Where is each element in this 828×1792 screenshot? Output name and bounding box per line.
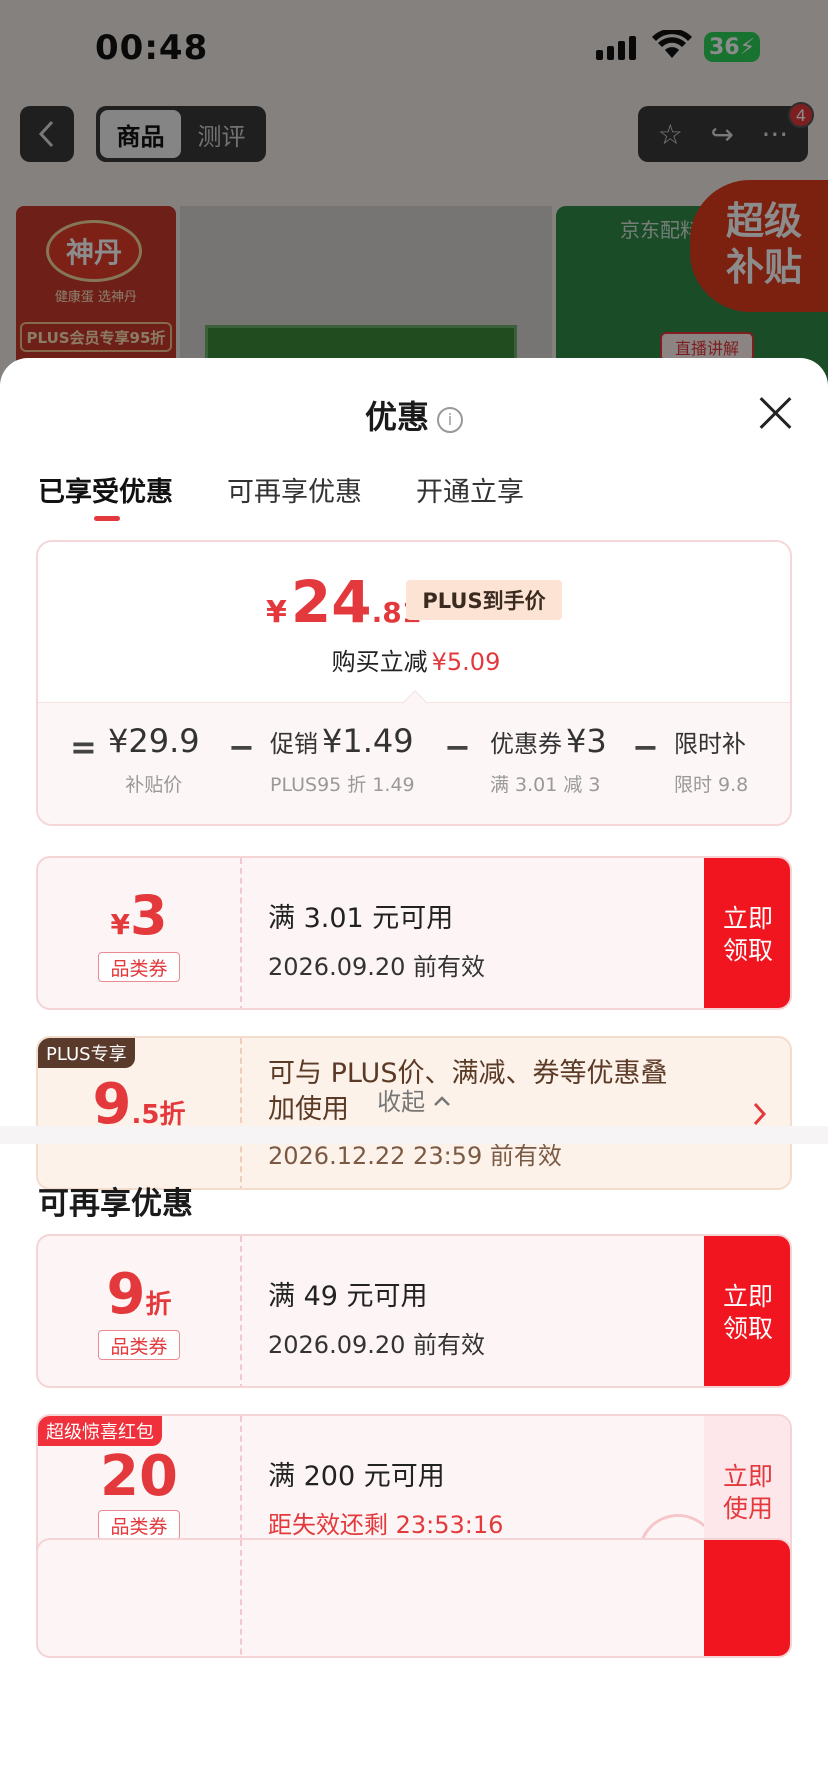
price-integer: 24 [290,568,372,636]
coupon-divider [240,858,242,1008]
price-calculation: = ¥29.9 补贴价 − 促销 ¥1.49 PLUS95 折 1.49 − 优惠… [38,708,790,818]
coupon-value: 3 [129,884,168,947]
instant-reduction: 购买立减 ¥5.09 [38,642,790,677]
calc-label: 限时补 [674,730,746,758]
coupon-category-tag: 品类券 [98,1330,180,1360]
calc-value: ¥3 [566,722,607,760]
price-currency: ¥ [266,595,287,630]
calc-limited-subsidy: 限时补 限时 9.8 [674,722,790,797]
calc-sub: 限时 9.8 [674,774,749,796]
calc-label: 优惠券 [490,730,562,758]
final-price: ¥ 24 .81 [266,568,421,636]
sheet-title: 优惠 i [0,392,828,438]
modal-overlay[interactable] [0,0,828,400]
calc-sub: 补贴价 [125,774,183,796]
calc-promotion: 促销 ¥1.49 PLUS95 折 1.49 [270,722,415,797]
coupon-amount: 20 [38,1444,240,1509]
coupon-amount-area: 9折 品类券 [38,1236,240,1386]
coupon-valid-date: 2026.09.20 前有效 [268,953,486,981]
coupon-category-tag: 品类券 [98,952,180,982]
calc-value: ¥29.9 [108,722,200,760]
discount-sheet: 优惠 i 已享受优惠 可再享优惠 开通立享 ¥ 24 .81 PLUS到手价 购买… [0,358,828,1792]
calc-label: 促销 [270,730,318,758]
coupon-condition: 满 3.01 元可用 [268,903,454,934]
plus-price-tag: PLUS到手价 [406,580,562,620]
claim-label: 立即领取 [722,1282,773,1343]
coupon-amount: ¥3 [38,884,240,947]
coupon-condition: 满 200 元可用 [268,1461,445,1492]
coupon-value: 20 [100,1444,178,1509]
coupon-card: ¥3 品类券 满 3.01 元可用 2026.09.20 前有效 立即领取 [36,856,792,1010]
summary-top: ¥ 24 .81 PLUS到手价 购买立减 ¥5.09 [38,542,790,702]
discount-tabs: 已享受优惠 可再享优惠 开通立享 [38,470,524,521]
coupon-countdown: 距失效还剩 23:53:16 [268,1511,504,1539]
tab-more-available[interactable]: 可再享优惠 [227,470,362,509]
tab-enjoyed[interactable]: 已享受优惠 [38,470,173,521]
reduction-amount: ¥5.09 [431,648,501,676]
claim-label: 立即领取 [722,904,773,965]
coupon-divider [240,1540,242,1656]
coupon-value: 9 [106,1262,146,1327]
coupon-info: 满 3.01 元可用 2026.09.20 前有效 [268,896,485,982]
calc-subsidy-price: ¥29.9 补贴价 [108,722,200,797]
coupon-divider [240,1236,242,1386]
coupon-valid-date: 2026.09.20 前有效 [268,1331,486,1359]
coupon-info: 满 200 元可用 距失效还剩 23:53:16 [268,1454,503,1540]
collapse-label: 收起 [377,1088,426,1116]
close-icon[interactable] [756,394,796,434]
calc-sub: PLUS95 折 1.49 [270,774,415,796]
coupon-info: 满 49 元可用 2026.09.20 前有效 [268,1274,485,1360]
calc-coupon: 优惠券 ¥3 满 3.01 减 3 [490,722,607,797]
collapse-button[interactable]: 收起 [0,1082,828,1117]
coupon-card-partial [36,1538,792,1658]
use-label: 立即使用 [722,1462,773,1523]
product-page-background: 00:48 36 ⚡ 商品 测评 ☆ ↪ ··· 4 神丹 健康蛋 选神丹 PLU… [0,0,828,400]
reduction-label: 购买立减 [331,648,428,676]
coupon-currency: ¥ [110,908,130,941]
equals-sign: = [70,728,97,766]
minus-sign: − [228,728,255,766]
section-separator [0,1126,828,1144]
claim-coupon-button[interactable] [704,1540,790,1656]
claim-coupon-button[interactable]: 立即领取 [704,858,790,1008]
coupon-amount: 9折 [38,1262,240,1327]
minus-sign: − [632,728,659,766]
calc-value: ¥1.49 [322,722,414,760]
price-summary-card: ¥ 24 .81 PLUS到手价 购买立减 ¥5.09 = ¥29.9 补贴价 −… [36,540,792,826]
coupon-category-tag: 品类券 [98,1510,180,1540]
coupon-amount-area: ¥3 品类券 [38,858,240,1008]
coupon-unit: 折 [145,1290,172,1320]
chevron-up-icon [433,1096,450,1106]
more-discounts-title: 可再享优惠 [38,1186,193,1222]
minus-sign: − [444,728,471,766]
claim-coupon-button[interactable]: 立即领取 [704,1236,790,1386]
coupon-card: 9折 品类券 满 49 元可用 2026.09.20 前有效 立即领取 [36,1234,792,1388]
tab-activate[interactable]: 开通立享 [416,470,524,509]
sheet-title-text: 优惠 [364,398,429,436]
coupon-condition: 满 49 元可用 [268,1281,428,1312]
info-icon[interactable]: i [437,407,463,433]
calc-sub: 满 3.01 减 3 [490,774,601,796]
